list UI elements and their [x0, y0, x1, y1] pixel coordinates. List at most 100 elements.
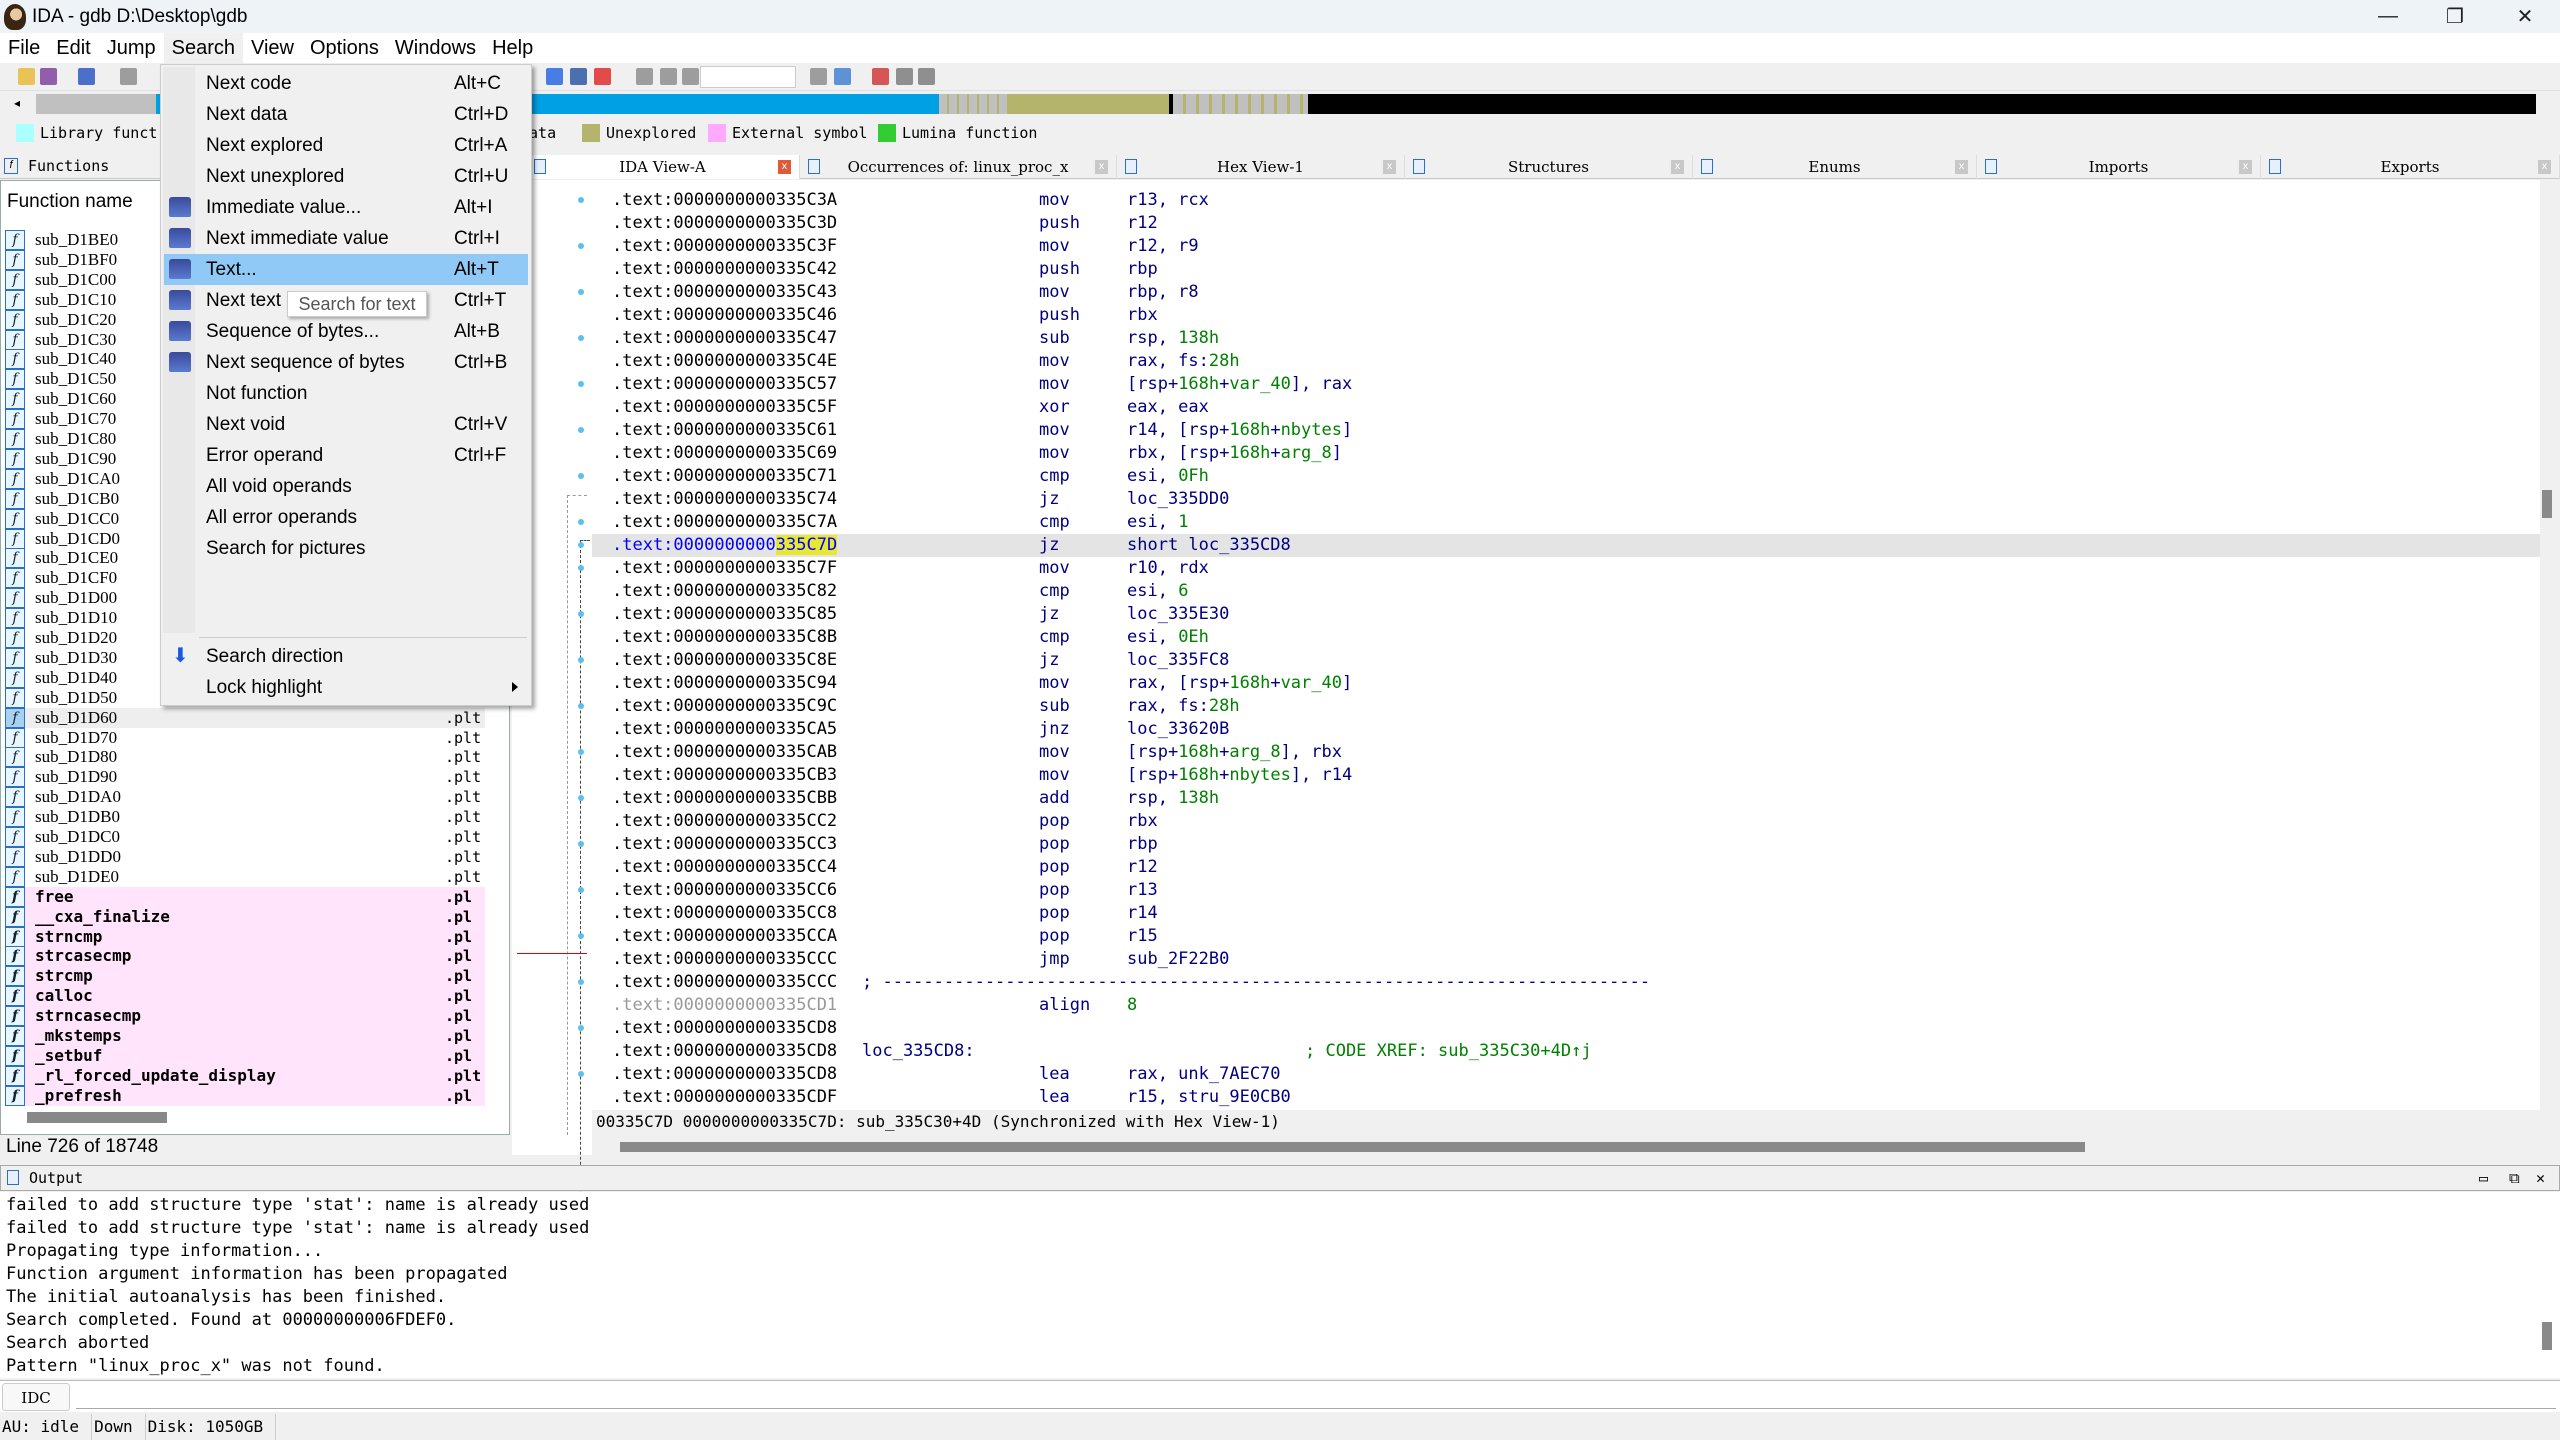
menu-item-lock-highlight[interactable]: Lock highlight	[164, 672, 528, 703]
menu-item-all-void-operands[interactable]: All void operands	[164, 471, 528, 502]
menu-item-search-for-pictures[interactable]: Search for pictures	[164, 533, 528, 564]
menu-jump[interactable]: Jump	[99, 33, 164, 63]
menu-item-next-sequence-of-bytes[interactable]: Next sequence of bytes Ctrl+B	[164, 347, 528, 378]
operands[interactable]: rax, unk_7AEC70	[1127, 1063, 1281, 1086]
tab-close-icon[interactable]: x	[1955, 160, 1968, 174]
function-row[interactable]: f _setbuf .pl	[5, 1045, 485, 1066]
menu-windows[interactable]: Windows	[387, 33, 484, 63]
menu-item-error-operand[interactable]: Error operand Ctrl+F	[164, 440, 528, 471]
disasm-row[interactable]: .text:0000000000335CDF lea r15, stru_9E0CB…	[592, 1086, 2540, 1109]
idc-language-button[interactable]: IDC	[2, 1383, 70, 1411]
restore-panel-icon[interactable]: ▭	[2479, 1166, 2488, 1190]
add-icon[interactable]	[546, 68, 563, 85]
open-icon[interactable]	[18, 68, 35, 85]
disasm-row[interactable]: .text:0000000000335CCC jmp sub_2F22B0	[592, 948, 2540, 971]
save-icon[interactable]	[40, 68, 57, 85]
function-row[interactable]: f sub_D1D90 .plt	[5, 767, 485, 788]
disasm-row[interactable]: .text:0000000000335C82 cmp esi, 6	[592, 580, 2540, 603]
operands[interactable]: eax, eax	[1127, 396, 1209, 419]
stop-icon[interactable]	[682, 68, 699, 85]
disassembly-vscrollbar[interactable]	[2542, 490, 2552, 518]
trace2-icon[interactable]	[918, 68, 935, 85]
disasm-row[interactable]: .text:0000000000335CD8 lea rax, unk_7AEC70	[578, 1063, 2540, 1086]
disasm-row[interactable]: .text:0000000000335CCA pop r15	[578, 925, 2540, 948]
edit-icon[interactable]	[570, 68, 587, 85]
operands[interactable]: [rsp+168h+nbytes], r14	[1127, 764, 1352, 787]
function-row[interactable]: f _prefresh .pl	[5, 1085, 485, 1106]
operands[interactable]: esi, 0Eh	[1127, 626, 1209, 649]
disasm-row[interactable]: .text:0000000000335C69 mov rbx, [rsp+168h+…	[592, 442, 2540, 465]
forward-icon[interactable]	[120, 68, 137, 85]
step-icon[interactable]	[810, 68, 827, 85]
functions-hscrollbar[interactable]	[27, 1112, 167, 1123]
menu-view[interactable]: View	[243, 33, 302, 63]
operands[interactable]: r15	[1127, 925, 1158, 948]
disasm-row[interactable]: .text:0000000000335C8B cmp esi, 0Eh	[592, 626, 2540, 649]
operands[interactable]: esi, 0Fh	[1127, 465, 1209, 488]
menu-item-all-error-operands[interactable]: All error operands	[164, 502, 528, 533]
disasm-row[interactable]: .text:0000000000335C61 mov r14, [rsp+168h+…	[578, 419, 2540, 442]
disassembly-hscrollbar[interactable]	[620, 1142, 2085, 1152]
operands[interactable]: 8	[1127, 994, 1137, 1017]
operands[interactable]: r14	[1127, 902, 1158, 925]
disasm-row[interactable]: .text:0000000000335CC6 pop r13	[578, 879, 2540, 902]
function-row[interactable]: f sub_D1DE0 .plt	[5, 866, 485, 887]
menu-search[interactable]: Search	[163, 33, 243, 63]
operands[interactable]: esi, 1	[1127, 511, 1188, 534]
disasm-row[interactable]: .text:0000000000335CC3 pop rbp	[578, 833, 2540, 856]
disasm-row[interactable]: .text:0000000000335C94 mov rax, [rsp+168h+…	[592, 672, 2540, 695]
disasm-row[interactable]: .text:0000000000335CD1 align 8	[592, 994, 2540, 1017]
disasm-row[interactable]: .text:0000000000335CC8 pop r14	[592, 902, 2540, 925]
disasm-row[interactable]: .text:0000000000335CB3 mov [rsp+168h+nbyte…	[592, 764, 2540, 787]
menu-item-search-direction[interactable]: ⬇ Search direction	[164, 641, 528, 672]
menu-options[interactable]: Options	[302, 33, 387, 63]
trace-icon[interactable]	[896, 68, 913, 85]
operands[interactable]: loc_33620B	[1127, 718, 1229, 741]
disassembly-view[interactable]: .text:0000000000335C3A mov r13, rcx .text:0…	[578, 180, 2540, 1110]
menu-help[interactable]: Help	[484, 33, 541, 63]
nav-left-icon[interactable]: ◂	[14, 96, 20, 110]
disasm-row[interactable]: .text:0000000000335C3F mov r12, r9	[578, 235, 2540, 258]
function-row[interactable]: f strcmp .pl	[5, 966, 485, 987]
disasm-row[interactable]: .text:0000000000335CD8	[578, 1017, 2540, 1040]
back-icon[interactable]	[78, 68, 95, 85]
function-row[interactable]: f _mkstemps .pl	[5, 1026, 485, 1046]
maximize-button[interactable]: ❐	[2420, 0, 2490, 33]
function-row[interactable]: f sub_D1DB0 .plt	[5, 807, 485, 828]
operands[interactable]: r12, r9	[1127, 235, 1199, 258]
column-header-function-name[interactable]: Function name	[7, 191, 133, 213]
disasm-row[interactable]: .text:0000000000335CD8 loc_335CD8: ; CODE …	[592, 1040, 2540, 1063]
pause-icon[interactable]	[660, 68, 677, 85]
code-label[interactable]: loc_335CD8:	[862, 1040, 975, 1063]
disasm-row[interactable]: .text:0000000000335C57 mov [rsp+168h+var_4…	[578, 373, 2540, 396]
operands[interactable]: loc_335E30	[1127, 603, 1229, 626]
function-row[interactable]: f sub_D1D60 .plt	[5, 707, 485, 728]
function-row[interactable]: f calloc .pl	[5, 986, 485, 1007]
function-row[interactable]: f free .pl	[5, 886, 485, 907]
function-row[interactable]: f strncasecmp .pl	[5, 1006, 485, 1027]
disasm-row[interactable]: .text:0000000000335CCC ; ----------------…	[578, 971, 2540, 994]
tab-ida-view-a[interactable]: IDA View-A x	[526, 155, 800, 179]
disasm-row[interactable]: .text:0000000000335C71 cmp esi, 0Fh	[578, 465, 2540, 488]
command-input[interactable]	[76, 1385, 2556, 1409]
menu-item-next-data[interactable]: Next data Ctrl+D	[164, 99, 528, 130]
tab-enums[interactable]: Enums x	[1693, 155, 1977, 179]
operands[interactable]: rax, [rsp+168h+var_40]	[1127, 672, 1352, 695]
run-icon[interactable]	[636, 68, 653, 85]
float-panel-icon[interactable]: ⧉	[2509, 1166, 2520, 1190]
tab-close-icon[interactable]: x	[1383, 160, 1396, 174]
operands[interactable]: esi, 6	[1127, 580, 1188, 603]
operands[interactable]: rbp	[1127, 833, 1158, 856]
operands[interactable]: [rsp+168h+var_40], rax	[1127, 373, 1352, 396]
menu-item-next-void[interactable]: Next void Ctrl+V	[164, 409, 528, 440]
disasm-row[interactable]: .text:0000000000335C4E mov rax, fs:28h	[592, 350, 2540, 373]
operands[interactable]: sub_2F22B0	[1127, 948, 1229, 971]
output-vscrollbar[interactable]	[2542, 1322, 2552, 1350]
menu-item-next-immediate-value[interactable]: Next immediate value Ctrl+I	[164, 223, 528, 254]
menu-item-next-explored[interactable]: Next explored Ctrl+A	[164, 130, 528, 161]
disasm-row[interactable]: .text:0000000000335C9C sub rax, fs:28h	[578, 695, 2540, 718]
disasm-row[interactable]: .text:0000000000335C7A cmp esi, 1	[578, 511, 2540, 534]
menu-item-next-code[interactable]: Next code Alt+C	[164, 68, 528, 99]
minimize-button[interactable]: —	[2353, 0, 2423, 33]
operands[interactable]: rbp, r8	[1127, 281, 1199, 304]
